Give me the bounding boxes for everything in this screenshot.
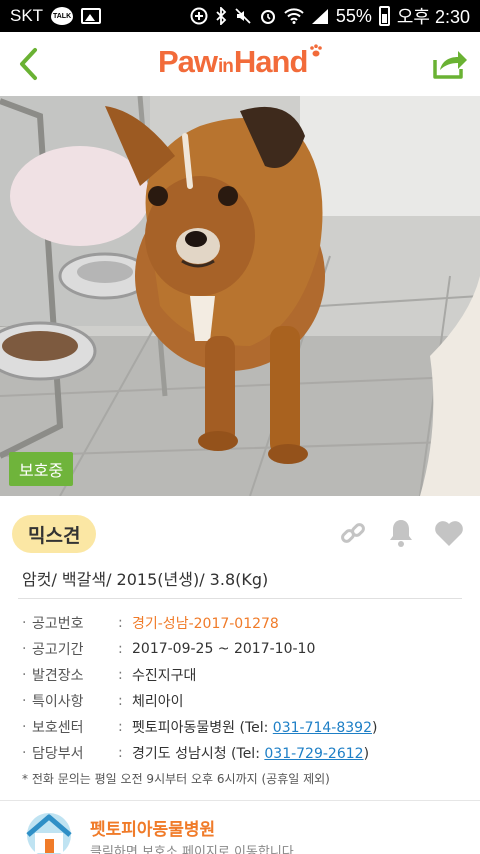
detail-row-notice-period: · 공고기간 : 2017-09-25 ~ 2017-10-10 [22, 641, 316, 658]
wifi-icon [284, 8, 304, 24]
battery-percent: 55% [335, 5, 372, 26]
house-icon [26, 813, 72, 854]
notice-period: 2017-09-25 ~ 2017-10-10 [132, 641, 316, 657]
found-location: 수진지구대 [132, 668, 197, 684]
share-button[interactable] [430, 46, 470, 82]
alarm-icon [260, 10, 275, 24]
dog-photo-illustration [0, 96, 480, 496]
data-saver-icon [190, 7, 208, 25]
signal-icon [311, 9, 328, 24]
animal-summary: 암컷/ 백갈색/ 2015(년생)/ 3.8(Kg) [22, 570, 269, 589]
heart-icon [435, 521, 463, 546]
bell-icon [390, 520, 412, 547]
detail-row-shelter: · 보호센터 : 펫토피아동물병원 (Tel: 031-714-8392) [22, 719, 378, 736]
paw-icon [310, 44, 323, 57]
detail-row-department: · 담당부서 : 경기도 성남시청 (Tel: 031-729-2612) [22, 745, 370, 762]
shelter-info: 펫토피아동물병원 (Tel: 031-714-8392) [132, 720, 378, 736]
battery-icon [378, 6, 390, 26]
bluetooth-icon [216, 7, 227, 25]
shelter-name: 펫토피아동물병원 [90, 820, 216, 840]
mute-icon [235, 8, 251, 24]
status-badge: 보호중 [9, 452, 74, 486]
action-icons [338, 518, 464, 548]
image-notification-icon [81, 8, 102, 24]
app-header: Paw in Hand [0, 32, 480, 96]
clock: 오후 2:30 [396, 7, 470, 27]
breed-label: 믹스견 [12, 515, 97, 553]
detail-row-special-notes: · 특이사항 : 체리아이 [22, 693, 184, 710]
shelter-subtitle: 클릭하면 보호소 페이지로 이동합니다 [90, 845, 294, 854]
animal-photo [0, 96, 480, 496]
special-notes: 체리아이 [132, 694, 184, 710]
divider [18, 598, 462, 599]
detail-row-notice-number: · 공고번호 : 경기-성남-2017-01278 [22, 615, 279, 632]
pawinhand-logo: Paw in Hand [158, 44, 323, 84]
favorite-button[interactable] [434, 518, 464, 548]
call-hours-note: * 전화 문의는 평일 오전 9시부터 오후 6시까지 (공휴일 제외) [22, 772, 330, 786]
carrier-label: SKT [10, 6, 44, 25]
shelter-phone-link[interactable]: 031-714-8392 [273, 720, 372, 736]
copy-link-button[interactable] [338, 518, 368, 548]
kakaotalk-icon: TALK [51, 7, 74, 25]
details-list: · 공고번호 : 경기-성남-2017-01278 · 공고기간 : 2017-… [22, 610, 472, 766]
chevron-left-icon [20, 48, 37, 80]
back-button[interactable] [8, 44, 48, 84]
department-info: 경기도 성남시청 (Tel: 031-729-2612) [132, 746, 370, 762]
notice-number: 경기-성남-2017-01278 [132, 616, 279, 632]
notification-button[interactable] [386, 518, 416, 548]
link-icon [341, 523, 365, 543]
department-phone-link[interactable]: 031-729-2612 [264, 746, 363, 762]
status-bar: SKT TALK 55% 오후 2:30 [0, 0, 480, 32]
share-icon [433, 51, 467, 79]
shelter-card[interactable]: 펫토피아동물병원 클릭하면 보호소 페이지로 이동합니다 [0, 800, 480, 854]
detail-row-found-location: · 발견장소 : 수진지구대 [22, 667, 197, 684]
